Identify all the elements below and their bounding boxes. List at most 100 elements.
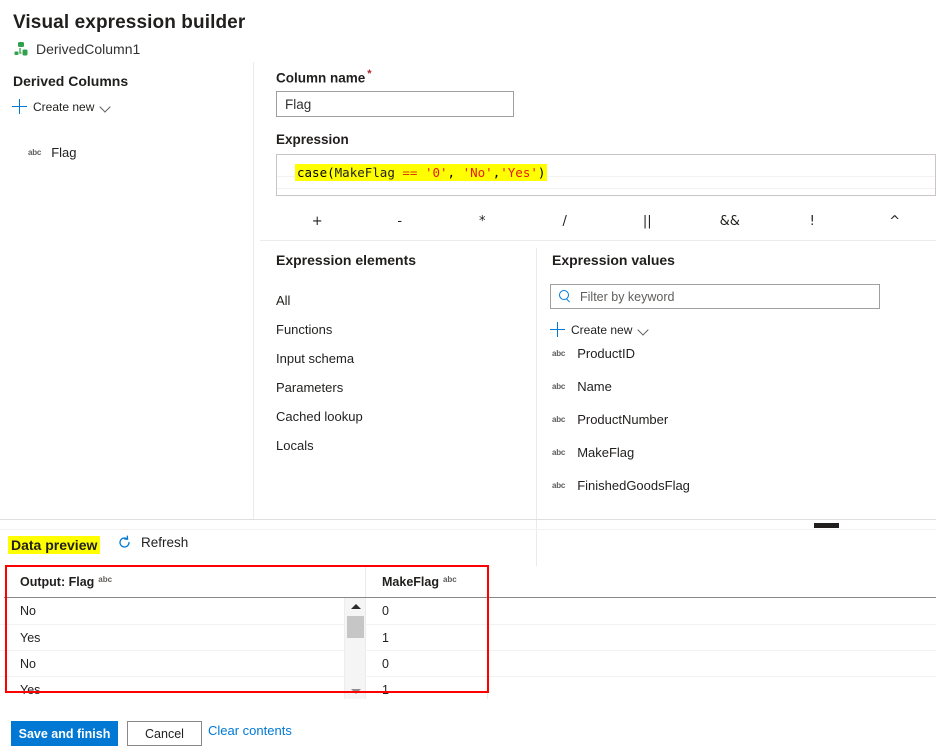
scroll-down-arrow-icon[interactable] (345, 683, 366, 699)
abc-type-icon: abc (552, 447, 566, 457)
abc-type-icon: abc (552, 348, 566, 358)
save-and-finish-button[interactable]: Save and finish (11, 721, 118, 746)
table-body: No 0 Yes 1 No 0 Yes 1 (0, 598, 936, 699)
refresh-button[interactable]: Refresh (117, 535, 188, 550)
expression-values-panel: Expression values Create new abc ProductI… (550, 252, 936, 502)
expression-token-4: , (447, 165, 463, 180)
operator-button-[interactable]: * (441, 214, 524, 229)
column-header-output-flag[interactable]: Output: Flag abc (4, 566, 366, 597)
abc-type-icon: abc (552, 381, 566, 391)
breadcrumb: DerivedColumn1 (13, 41, 140, 57)
derived-columns-heading: Derived Columns (13, 73, 129, 89)
expression-value-name[interactable]: abc Name (550, 370, 936, 403)
create-new-label: Create new (571, 322, 633, 337)
expression-token-7: 'Yes' (500, 165, 538, 180)
expression-value-finishedgoodsflag[interactable]: abc FinishedGoodsFlag (550, 469, 936, 502)
create-new-label: Create new (33, 99, 95, 114)
chevron-down-icon[interactable] (638, 324, 650, 336)
expression-element-input-schema[interactable]: Input schema (266, 344, 536, 373)
expression-editor[interactable]: case(MakeFlag == '0', 'No','Yes') (276, 154, 936, 196)
expression-elements-panel: Expression elements All Functions Input sc… (266, 252, 536, 460)
expression-value-productnumber[interactable]: abc ProductNumber (550, 403, 936, 436)
clear-contents-link[interactable]: Clear contents (208, 723, 292, 738)
expression-value-label: ProductID (577, 346, 635, 361)
table-row[interactable]: No 0 (0, 598, 936, 624)
abc-type-icon: abc (28, 147, 42, 157)
main-editor-area: Column name* Expression case(MakeFlag ==… (254, 62, 936, 582)
cell-makeflag: 1 (366, 677, 488, 699)
column-header-makeflag[interactable]: MakeFlag abc (366, 566, 488, 597)
search-icon (559, 290, 572, 303)
expression-label: Expression (276, 132, 349, 147)
expression-element-functions[interactable]: Functions (266, 315, 536, 344)
chevron-down-icon[interactable] (100, 101, 112, 113)
table-row[interactable]: No 0 (0, 650, 936, 677)
expression-value-label: ProductNumber (577, 412, 669, 427)
page-title: Visual expression builder (13, 12, 246, 33)
operator-button-[interactable]: && (689, 214, 772, 229)
expression-value-productid[interactable]: abc ProductID (550, 337, 936, 370)
create-new-value-button[interactable]: Create new (550, 322, 936, 337)
cell-makeflag: 1 (366, 625, 488, 651)
derived-column-icon (13, 41, 29, 57)
operator-button-[interactable]: / (524, 214, 607, 229)
expression-token-0: case( (297, 165, 335, 180)
table-header-row: Output: Flag abc MakeFlag abc (0, 566, 936, 597)
preview-divider (0, 519, 936, 520)
table-vertical-scrollbar[interactable] (344, 598, 365, 699)
operator-toolbar: + - * / || &&! ^ (276, 203, 936, 239)
abc-type-icon: abc (98, 575, 113, 584)
expression-elements-list: All Functions Input schema Parameters Cached… (266, 286, 536, 460)
expression-token-5: 'No' (462, 165, 493, 180)
expression-token-8: ) (537, 165, 546, 180)
operator-button-[interactable]: + (276, 214, 359, 229)
derived-column-item-flag[interactable]: abc Flag (28, 145, 76, 160)
expression-token-1: MakeFlag (334, 165, 395, 180)
expression-values-list: abc ProductID abc Name abc ProductNumber abc Ma… (550, 337, 936, 502)
scroll-up-arrow-icon[interactable] (345, 598, 366, 614)
cell-makeflag: 0 (366, 598, 488, 624)
plus-icon (550, 322, 565, 337)
splitter-handle[interactable] (814, 523, 839, 528)
expression-element-all[interactable]: All (266, 286, 536, 315)
cancel-button[interactable]: Cancel (127, 721, 202, 746)
derived-columns-panel: Derived Columns Create new abc Flag (0, 68, 253, 520)
filter-field[interactable] (550, 284, 880, 309)
data-preview-title: Data preview (8, 536, 101, 554)
create-new-column-button[interactable]: Create new (12, 99, 112, 114)
expression-element-cached-lookup[interactable]: Cached lookup (266, 402, 536, 431)
column-name-label: Column name * (276, 68, 372, 86)
expression-token-2: == (394, 165, 425, 180)
footer-actions: Save and finish Cancel Clear contents (0, 718, 936, 756)
expression-token-3: '0' (424, 165, 448, 180)
expression-element-locals[interactable]: Locals (266, 431, 536, 460)
table-row[interactable]: Yes 1 (0, 676, 936, 699)
expression-code[interactable]: case(MakeFlag == '0', 'No','Yes') (295, 164, 548, 181)
scrollbar-thumb[interactable] (347, 616, 364, 638)
cell-makeflag: 0 (366, 651, 488, 677)
required-marker: * (367, 68, 372, 80)
editor-line-rule (277, 188, 935, 189)
expression-value-label: MakeFlag (577, 445, 635, 460)
table-row[interactable]: Yes 1 (0, 624, 936, 651)
expression-values-heading: Expression values (552, 252, 675, 268)
expression-element-parameters[interactable]: Parameters (266, 373, 536, 402)
operator-button-[interactable]: ! (771, 214, 854, 229)
operator-button-[interactable]: || (606, 214, 689, 229)
expression-elements-heading: Expression elements (276, 252, 417, 268)
operator-button-[interactable]: - (359, 214, 442, 229)
abc-type-icon: abc (552, 414, 566, 424)
expression-value-makeflag[interactable]: abc MakeFlag (550, 436, 936, 469)
cell-output-flag: No (4, 651, 366, 677)
derived-column-item-label: Flag (51, 145, 77, 160)
refresh-icon (117, 535, 132, 550)
search-input[interactable] (578, 288, 879, 305)
cell-output-flag: Yes (4, 677, 366, 699)
refresh-label: Refresh (141, 535, 189, 550)
expression-builder-page: Visual expression builder DerivedColumn1… (0, 0, 936, 756)
cell-output-flag: No (4, 598, 366, 624)
cell-output-flag: Yes (4, 625, 366, 651)
operator-button-[interactable]: ^ (854, 214, 936, 229)
column-name-input[interactable] (276, 91, 514, 117)
expression-value-label: FinishedGoodsFlag (577, 478, 690, 493)
